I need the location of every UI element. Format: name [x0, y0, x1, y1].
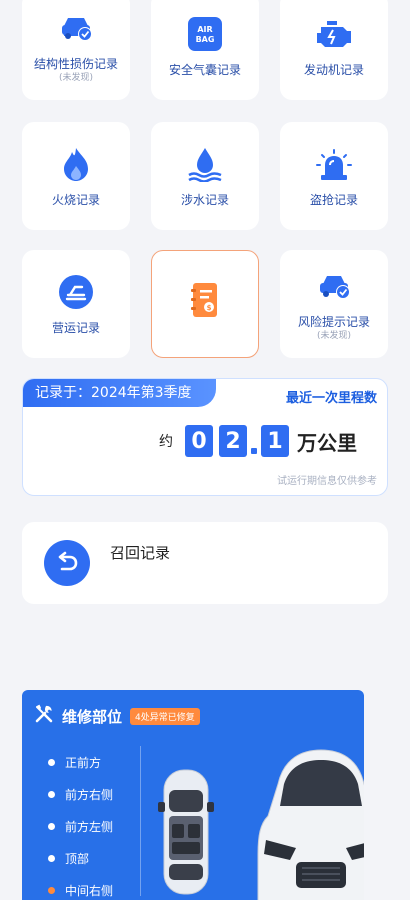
structural-damage-card[interactable]: 结构性损伤记录 (未发现) [22, 0, 130, 100]
approx-prefix: 约 [159, 434, 173, 450]
card-label: 火烧记录 [51, 193, 100, 207]
odometer-digit: 1 [261, 425, 289, 457]
repair-parts-panel: 维修部位 4处异常已修复 正前方 前方右侧 前方左侧 顶部 中间右侧 [22, 690, 364, 900]
part-bullet [48, 854, 55, 862]
car-top-view-image [158, 766, 214, 900]
part-item[interactable]: 正前方 [48, 746, 113, 778]
odometer-digit: 2 [219, 425, 247, 457]
risk-car-icon [314, 266, 354, 306]
wrench-icon [34, 704, 54, 728]
undo-icon [44, 540, 90, 586]
mileage-unit: 万公里 [297, 430, 357, 455]
part-item[interactable]: 中间右侧 [48, 874, 113, 900]
repaired-count-badge: 4处异常已修复 [130, 707, 200, 725]
part-bullet-warning [48, 886, 55, 894]
engine-card[interactable]: 发动机记录 [280, 0, 388, 100]
airbag-icon: AIR BAG [185, 14, 225, 54]
part-bullet [48, 790, 55, 798]
fire-card[interactable]: 火烧记录 [22, 122, 130, 230]
commercial-card[interactable]: 营运记录 [22, 250, 130, 358]
engine-icon [314, 14, 354, 54]
repair-title: 维修部位 [62, 707, 123, 726]
airbag-card[interactable]: AIR BAG 安全气囊记录 [151, 0, 259, 100]
card-label: 营运记录 [51, 321, 100, 335]
water-icon [185, 144, 225, 184]
odometer-digit: 0 [185, 425, 213, 457]
part-label: 前方右侧 [65, 787, 114, 802]
svg-text:AIR: AIR [197, 25, 212, 34]
part-item[interactable]: 顶部 [48, 842, 113, 874]
card-label: 安全气囊记录 [168, 63, 241, 77]
part-label: 顶部 [65, 851, 90, 866]
part-item[interactable]: 前方右侧 [48, 778, 113, 810]
mileage-card: 记录于：2024年第3季度 最近一次里程数 约 0 2 1 万公里 试运行期信息… [22, 378, 388, 496]
repair-header: 维修部位 4处异常已修复 [34, 704, 200, 728]
record-grid-row-1: 结构性损伤记录 (未发现) AIR BAG 安全气囊记录 发动机记录 [22, 0, 388, 100]
card-label: 结构性损伤记录 [33, 57, 118, 71]
card-sub-status: (未发现) [316, 331, 352, 341]
card-label: 涉水记录 [180, 193, 229, 207]
part-label: 前方左侧 [65, 819, 114, 834]
flood-card[interactable]: 涉水记录 [151, 122, 259, 230]
selected-record-card[interactable]: $ [151, 250, 259, 358]
part-label: 正前方 [65, 755, 102, 770]
recall-card[interactable]: 召回记录 [22, 522, 388, 604]
car-front-view-image [256, 744, 364, 900]
repair-part-list: 正前方 前方右侧 前方左侧 顶部 中间右侧 [48, 746, 113, 900]
panel-divider [140, 746, 141, 896]
car-damage-icon [56, 8, 96, 48]
card-label: 风险提示记录 [297, 315, 370, 329]
decimal-point [251, 448, 257, 454]
record-grid-row-2: 火烧记录 涉水记录 盗抢记录 [22, 122, 388, 230]
fire-icon [56, 144, 96, 184]
recall-title: 召回记录 [110, 544, 171, 562]
card-label: 盗抢记录 [309, 193, 358, 207]
theft-card[interactable]: 盗抢记录 [280, 122, 388, 230]
commercial-icon [56, 272, 96, 312]
part-bullet [48, 758, 55, 766]
part-label: 中间右侧 [65, 883, 114, 898]
mileage-disclaimer: 试运行期信息仅供参考 [277, 476, 377, 487]
svg-text:BAG: BAG [196, 35, 215, 44]
record-date-tag: 记录于：2024年第3季度 [23, 379, 216, 407]
odometer: 约 0 2 1 万公里 [159, 425, 357, 457]
part-bullet [48, 822, 55, 830]
risk-card[interactable]: 风险提示记录 (未发现) [280, 250, 388, 358]
alarm-icon [314, 144, 354, 184]
card-label: 发动机记录 [303, 63, 364, 77]
part-item[interactable]: 前方左侧 [48, 810, 113, 842]
notebook-icon: $ [185, 280, 225, 320]
card-sub-status: (未发现) [58, 73, 94, 83]
recent-mileage-label: 最近一次里程数 [285, 391, 377, 406]
record-grid-row-3: 营运记录 $ 风险提示记录 (未发现) [22, 250, 388, 358]
svg-text:$: $ [207, 304, 212, 312]
